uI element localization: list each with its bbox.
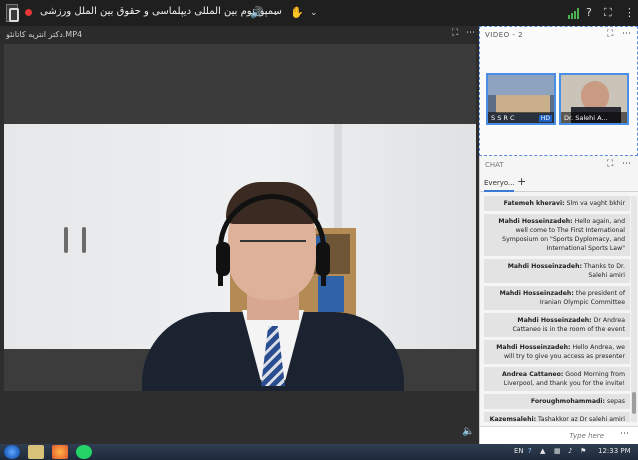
wall-hook xyxy=(64,227,68,253)
chat-message-sender: Mahdi Hosseinzadeh: xyxy=(517,317,592,324)
help-icon[interactable]: ? xyxy=(586,5,592,21)
meeting-title: سمپوزیوم بین المللی دیپلماسی و حقوق بین … xyxy=(40,6,282,17)
hand-chevron-down-icon[interactable]: ⌄ xyxy=(310,5,318,21)
chat-message-sender: Mahdi Hosseinzadeh: xyxy=(498,218,573,225)
chat-message-sender: Mahdi Hosseinzadeh: xyxy=(507,263,582,270)
tray-flag-icon[interactable]: ⚑ xyxy=(580,447,586,455)
chat-more-icon[interactable]: ⋯ xyxy=(622,159,631,169)
chat-message-text: sepas xyxy=(605,398,625,405)
speaker-chevron-down-icon[interactable]: ⌄ xyxy=(272,5,280,21)
whatsapp-icon[interactable] xyxy=(76,445,92,459)
main-pod-footer xyxy=(0,391,479,444)
thumb-label-text: Dr. Salehi A... xyxy=(564,114,608,122)
help-tray-icon[interactable]: ? xyxy=(528,447,532,455)
chat-input-more-icon[interactable]: ⋯ xyxy=(620,429,629,439)
signal-icon xyxy=(568,8,580,19)
chat-message-sender: Andrea Cattaneo: xyxy=(502,371,564,378)
thumb-label-text: S S R C xyxy=(491,114,515,122)
main-pod-title: دکتر انتریه کاتانئو.MP4 xyxy=(6,30,83,39)
chat-input-bar: ⋯ xyxy=(480,426,638,444)
video-ceiling xyxy=(4,44,476,126)
headset-earcup xyxy=(216,242,230,276)
video-pod: VIDEO - 2 ⛶ ⋯ S S R C HD Dr. Salehi A... xyxy=(479,26,638,156)
raise-hand-icon[interactable]: ✋ xyxy=(290,5,304,21)
chat-scroll-thumb[interactable] xyxy=(632,392,636,414)
add-chat-tab-button[interactable]: + xyxy=(517,175,526,188)
chat-message-text: Thanks to Dr. Salehi amiri xyxy=(581,263,625,279)
tray-volume-icon[interactable]: ♪ xyxy=(568,447,572,455)
chat-pod: CHAT ⛶ ⋯ Everyo... + Fatemeh kheravi: Sl… xyxy=(479,156,638,444)
tray-network-icon[interactable]: ▦ xyxy=(554,447,561,455)
maximize-pod-icon[interactable]: ⛶ xyxy=(452,28,458,38)
thumb-background xyxy=(488,75,554,95)
chat-message-text: Slm va vaght bkhir xyxy=(564,200,625,207)
chat-message-sender: Fatemeh kheravi: xyxy=(503,200,565,207)
language-indicator[interactable]: EN xyxy=(514,447,524,455)
firefox-icon[interactable] xyxy=(52,445,68,459)
video-pod-more-icon[interactable]: ⋯ xyxy=(622,29,631,39)
video-thumb-ssrc[interactable]: S S R C HD xyxy=(486,73,556,125)
chat-tabs: Everyo... + xyxy=(480,174,638,192)
chat-message: Mahdi Hosseinzadeh: Dr Andrea Cattaneo i… xyxy=(484,313,630,337)
file-explorer-icon[interactable] xyxy=(28,445,44,459)
chat-message-sender: Mahdi Hosseinzadeh: xyxy=(496,344,571,351)
app-logo-icon[interactable] xyxy=(6,4,19,22)
main-video-frame xyxy=(4,44,476,391)
tray-arrow-icon[interactable]: ▲ xyxy=(540,447,545,455)
speaker-icon[interactable]: 🔊 xyxy=(250,5,264,21)
chat-title: CHAT xyxy=(485,161,504,169)
recording-indicator-icon xyxy=(25,9,32,16)
thumb-table xyxy=(496,95,550,113)
wall-hook xyxy=(82,227,86,253)
chat-message-sender: Mahdi Hosseinzadeh: xyxy=(499,290,574,297)
chat-message-list: Fatemeh kheravi: Slm va vaght bkhir Mahdi… xyxy=(484,196,630,422)
video-pod-title: VIDEO - 2 xyxy=(485,31,524,39)
pod-more-icon[interactable]: ⋯ xyxy=(466,28,475,38)
start-button[interactable] xyxy=(4,445,20,459)
maximize-video-pod-icon[interactable]: ⛶ xyxy=(607,29,613,39)
more-icon[interactable]: ⋮ xyxy=(624,5,635,21)
hd-badge: HD xyxy=(538,115,552,122)
chat-message-sender: Foroughmohammadi: xyxy=(530,398,606,405)
tab-everyone[interactable]: Everyo... xyxy=(484,176,515,192)
volume-icon[interactable]: 🔈 xyxy=(462,426,474,437)
taskbar-clock[interactable]: 12:33 PM xyxy=(598,447,631,455)
top-bar: سمپوزیوم بین المللی دیپلماسی و حقوق بین … xyxy=(0,0,638,26)
maximize-chat-icon[interactable]: ⛶ xyxy=(607,159,613,169)
main-video-pod: دکتر انتریه کاتانئو.MP4 ⛶ ⋯ 🔈 xyxy=(0,26,479,444)
chat-message: Kazemsalehi: Tashakkor az Dr salehi amir… xyxy=(484,412,630,422)
main-pod-header: دکتر انتریه کاتانئو.MP4 ⛶ ⋯ xyxy=(0,26,479,44)
chat-message-sender: Kazemsalehi: xyxy=(489,416,537,422)
chat-message-text: Tashakkor az Dr salehi amiri xyxy=(536,416,625,422)
chat-message: Mahdi Hosseinzadeh: Thanks to Dr. Salehi… xyxy=(484,259,630,283)
headset-earcup xyxy=(316,242,330,276)
video-thumb-label: Dr. Salehi A... xyxy=(561,112,627,123)
chat-message: Mahdi Hosseinzadeh: Hello Andrea, we wil… xyxy=(484,340,630,364)
chat-message: Fatemeh kheravi: Slm va vaght bkhir xyxy=(484,196,630,211)
video-thumb-salehi[interactable]: Dr. Salehi A... xyxy=(559,73,629,125)
chat-header: CHAT ⛶ ⋯ xyxy=(480,156,638,172)
taskbar: EN ? ▲ ▦ ♪ ⚑ 12:33 PM xyxy=(0,444,638,460)
chat-message: Mahdi Hosseinzadeh: the president of Ira… xyxy=(484,286,630,310)
chat-scrollbar[interactable] xyxy=(631,196,637,422)
fullscreen-icon[interactable]: ⛶ xyxy=(604,5,612,21)
chat-message: Mahdi Hosseinzadeh: Hello again, and wel… xyxy=(484,214,630,256)
chat-message: Foroughmohammadi: sepas xyxy=(484,394,630,409)
chat-input[interactable] xyxy=(484,429,604,443)
chat-message: Andrea Cattaneo: Good Morning from Liver… xyxy=(484,367,630,391)
app-window: سمپوزیوم بین المللی دیپلماسی و حقوق بین … xyxy=(0,0,638,460)
